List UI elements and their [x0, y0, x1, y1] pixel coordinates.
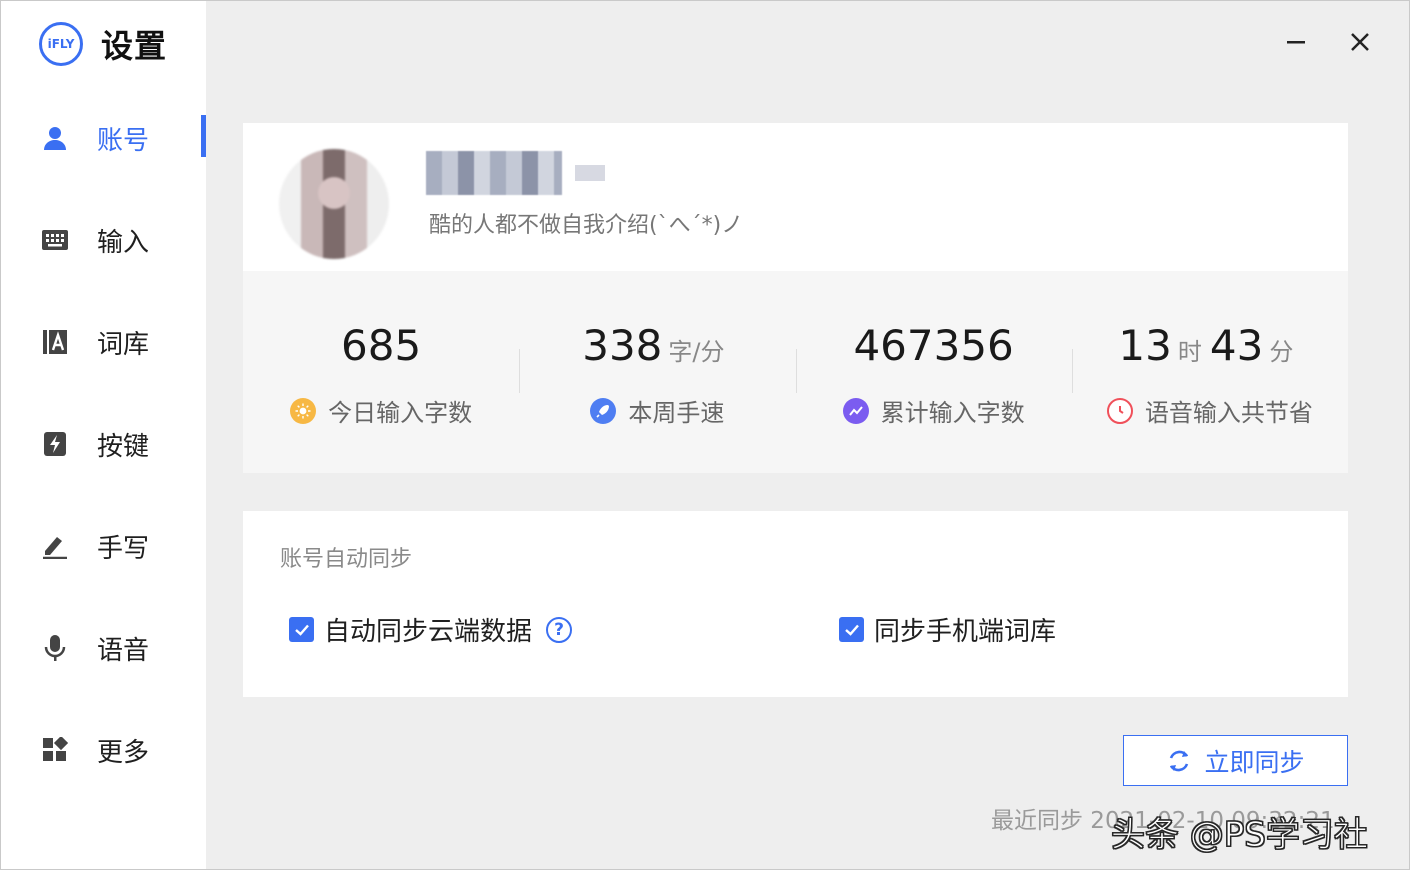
stat-voice-saved: 13 时 43 分 语音输入共节省 — [1071, 271, 1348, 473]
stat-label: 本周手速 — [628, 399, 725, 427]
stat-unit: 时 — [1177, 338, 1202, 366]
stat-value-minutes: 43 — [1209, 321, 1264, 370]
sidebar-item-handwriting[interactable]: 手写 — [1, 495, 206, 597]
sidebar-item-keys[interactable]: 按键 — [1, 393, 206, 495]
sidebar-item-label: 更多 — [97, 737, 150, 768]
profile-card: 酷的人都不做自我介绍(`へ´*)ノ 685 今日输入字数 338 字/分 本周手… — [243, 123, 1348, 473]
stat-unit: 字/分 — [668, 338, 725, 366]
stat-value: 338 — [582, 321, 663, 370]
avatar[interactable] — [279, 149, 389, 259]
pen-icon — [41, 532, 69, 560]
sun-icon — [290, 397, 317, 424]
stat-label: 语音输入共节省 — [1144, 399, 1313, 427]
stat-value: 13 — [1118, 321, 1172, 370]
sync-card: 账号自动同步 自动同步云端数据 ? 同步手机端词库 — [243, 511, 1348, 697]
stat-total-chars: 467356 累计输入字数 — [795, 271, 1072, 473]
checkbox-checked-icon — [839, 617, 864, 642]
checkbox-checked-icon — [289, 617, 314, 642]
sidebar-item-label: 按键 — [97, 431, 150, 462]
sidebar-item-account[interactable]: 账号 — [1, 87, 206, 189]
apps-grid-icon — [41, 736, 69, 764]
sidebar-item-label: 账号 — [97, 125, 150, 156]
profile-bio: 酷的人都不做自我介绍(`へ´*)ノ — [429, 213, 744, 238]
close-icon — [1351, 33, 1369, 51]
sidebar: iFLY 设置 账号 输入 词库 按键 手写 语音 更多 — [1, 1, 206, 869]
sync-now-button[interactable]: 立即同步 — [1123, 735, 1348, 786]
stat-label: 累计输入字数 — [880, 399, 1025, 427]
sync-section-title: 账号自动同步 — [280, 547, 413, 572]
page-title: 设置 — [101, 27, 168, 65]
username-blurred — [426, 151, 562, 195]
stat-today-chars: 685 今日输入字数 — [243, 271, 519, 473]
close-button[interactable] — [1345, 27, 1375, 57]
sidebar-item-label: 手写 — [97, 533, 150, 564]
sidebar-item-dictionary[interactable]: 词库 — [1, 291, 206, 393]
key-bolt-icon — [41, 430, 69, 458]
stat-week-speed: 338 字/分 本周手速 — [519, 271, 795, 473]
keyboard-icon — [41, 226, 69, 254]
sidebar-item-more[interactable]: 更多 — [1, 699, 206, 801]
auto-sync-cloud-checkbox[interactable]: 自动同步云端数据 ? — [289, 611, 573, 648]
checkbox-label: 同步手机端词库 — [874, 617, 1057, 647]
microphone-icon — [41, 634, 69, 662]
refresh-icon — [1170, 750, 1189, 771]
stat-value: 685 — [341, 321, 422, 370]
stat-label: 今日输入字数 — [328, 399, 473, 427]
rocket-icon — [590, 397, 617, 424]
help-icon[interactable]: ? — [546, 616, 573, 643]
user-icon — [41, 124, 69, 152]
sidebar-nav: 账号 输入 词库 按键 手写 语音 更多 — [1, 87, 206, 801]
sidebar-item-label: 词库 — [97, 329, 150, 360]
sync-now-label: 立即同步 — [1204, 747, 1305, 777]
minimize-button[interactable] — [1281, 27, 1311, 57]
settings-window: iFLY 设置 账号 输入 词库 按键 手写 语音 更多 酷的人都不做自我介绍(… — [0, 0, 1410, 870]
sidebar-item-label: 输入 — [97, 227, 150, 258]
sidebar-item-label: 语音 — [97, 635, 150, 666]
sidebar-item-voice[interactable]: 语音 — [1, 597, 206, 699]
minimize-icon — [1287, 41, 1305, 44]
clock-icon — [1106, 397, 1133, 424]
user-badge-blurred — [575, 165, 605, 181]
ifly-logo-icon: iFLY — [39, 22, 83, 66]
dictionary-icon — [41, 328, 69, 356]
stat-value: 467356 — [853, 321, 1014, 370]
checkbox-label: 自动同步云端数据 — [324, 617, 533, 647]
stat-unit-minutes: 分 — [1269, 338, 1294, 366]
watermark-text: 头条 @PS学习社 — [1111, 815, 1369, 856]
trend-icon — [842, 397, 869, 424]
brand: iFLY 设置 — [39, 21, 167, 67]
stats-panel: 685 今日输入字数 338 字/分 本周手速 467356 累计输入字数 13… — [243, 271, 1348, 473]
sync-phone-dictionary-checkbox[interactable]: 同步手机端词库 — [839, 611, 1056, 648]
profile-header: 酷的人都不做自我介绍(`へ´*)ノ — [243, 123, 1348, 271]
sidebar-item-input[interactable]: 输入 — [1, 189, 206, 291]
